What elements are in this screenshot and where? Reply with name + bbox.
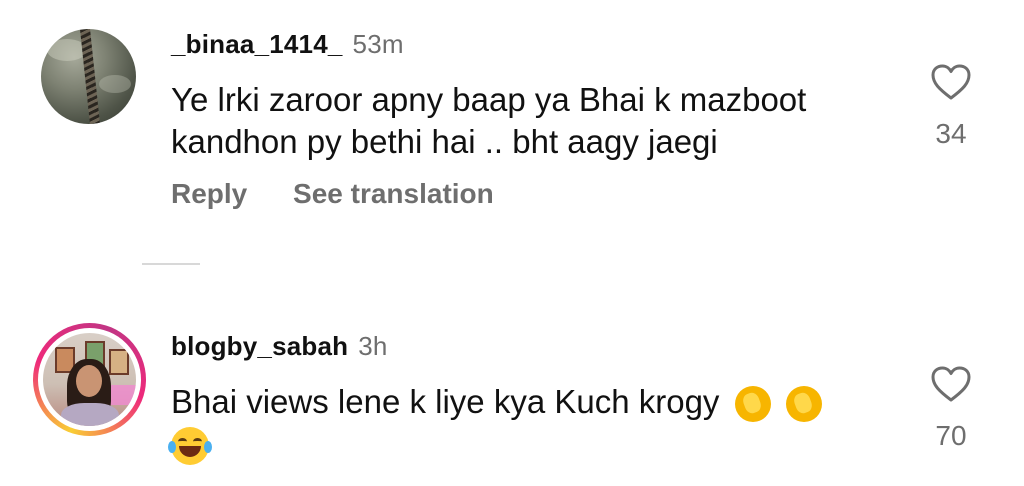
face-shape (76, 365, 102, 397)
username[interactable]: blogby_sabah (171, 331, 348, 361)
face-with-tears-of-joy-emoji (168, 427, 212, 466)
comment-text: Bhai views lene k liye kya Kuch krogy (168, 381, 891, 466)
story-ring-avatar[interactable] (33, 323, 146, 436)
clapping-hands-emoji (734, 386, 771, 423)
comment-username-row: blogby_sabah 3h (171, 331, 388, 362)
clapping-hands-emoji (785, 386, 822, 423)
comment-text-line: Bhai views lene k liye kya Kuch krogy (171, 383, 720, 420)
wall-frame (109, 349, 129, 375)
like-count: 70 (935, 420, 967, 451)
comment-time: 3h (358, 331, 388, 361)
heart-icon[interactable] (931, 366, 971, 402)
user-avatar[interactable] (43, 333, 136, 426)
shirt-shape (61, 403, 119, 426)
comment-item: blogby_sabah 3h Bhai views lene k liye ky… (0, 0, 1024, 486)
like-block: 70 (921, 366, 981, 452)
